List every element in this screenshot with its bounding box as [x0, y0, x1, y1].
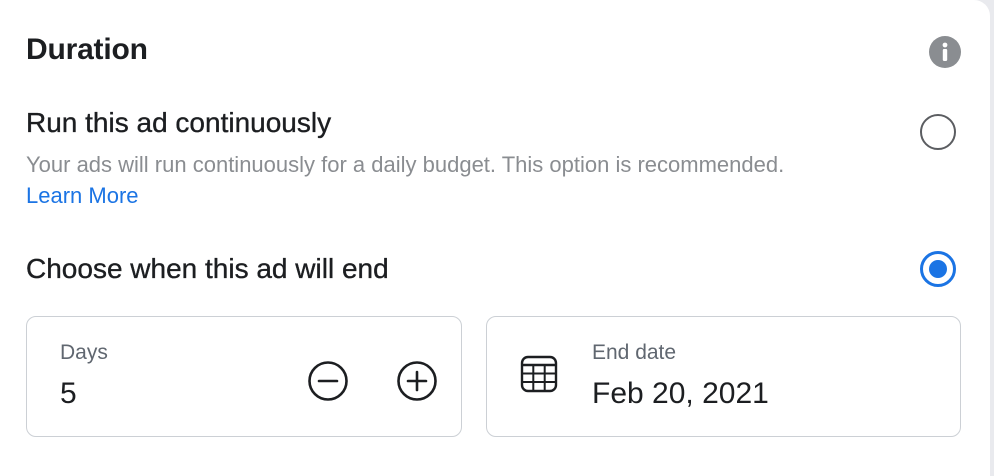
minus-circle-icon[interactable]	[307, 360, 349, 402]
calendar-icon	[520, 355, 558, 393]
radio-run-continuously[interactable]	[920, 114, 956, 150]
end-date-field[interactable]: End date Feb 20, 2021	[486, 316, 961, 437]
section-title: Duration	[26, 33, 148, 66]
info-icon[interactable]	[929, 36, 961, 68]
days-label: Days	[60, 341, 108, 364]
days-value[interactable]: 5	[60, 377, 77, 411]
learn-more-link[interactable]: Learn More	[26, 183, 139, 208]
option-continuous-description: Your ads will run continuously for a dai…	[26, 149, 786, 211]
option-continuous-description-text: Your ads will run continuously for a dai…	[26, 152, 785, 177]
end-date-value[interactable]: Feb 20, 2021	[592, 377, 769, 411]
end-date-label: End date	[592, 341, 677, 364]
radio-choose-end[interactable]	[920, 251, 956, 287]
option-end-title: Choose when this ad will end	[26, 253, 389, 284]
duration-card: Duration Run this ad continuously Your a…	[0, 0, 990, 476]
plus-circle-icon[interactable]	[396, 360, 438, 402]
days-field[interactable]: Days 5	[26, 316, 462, 437]
radio-selected-dot	[929, 260, 947, 278]
option-continuous-title: Run this ad continuously	[26, 107, 332, 138]
